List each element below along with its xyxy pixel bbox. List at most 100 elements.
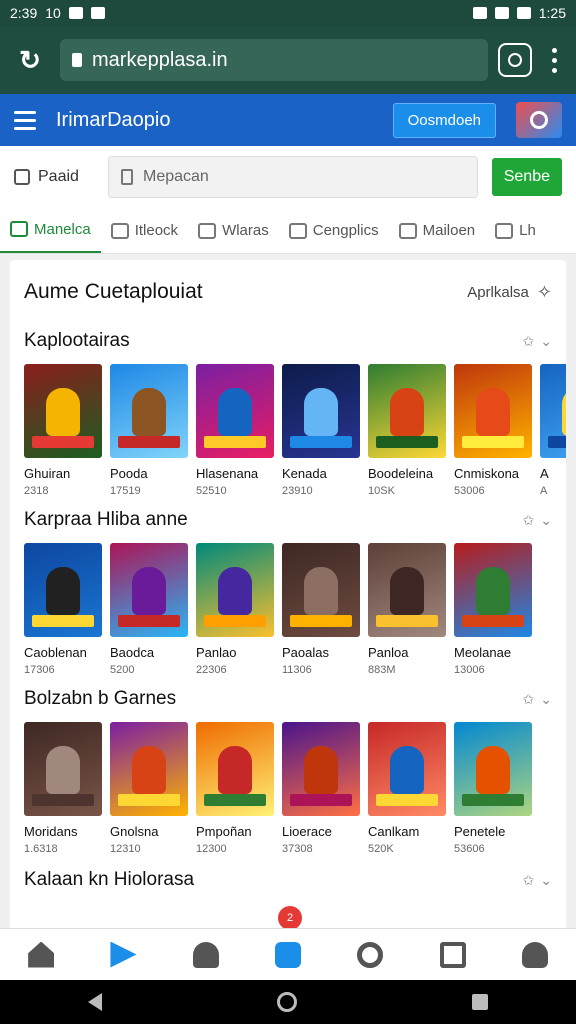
tab-5[interactable]: Lh (485, 208, 546, 253)
game-thumbnail[interactable] (24, 543, 102, 637)
game-thumbnail[interactable] (454, 364, 532, 458)
pin-icon: ✩ (522, 332, 535, 349)
game-tile[interactable]: Meolanae 13006 (454, 543, 532, 676)
tab-4[interactable]: Mailoen (389, 208, 486, 253)
logo-banner (204, 615, 266, 627)
heart-icon (110, 222, 129, 239)
game-thumbnail[interactable] (454, 543, 532, 637)
tab-1[interactable]: Itleock (101, 208, 188, 253)
game-name: Boodeleina (368, 466, 434, 481)
game-tile[interactable]: Gnolsna 12310 (110, 722, 188, 855)
game-name: Baodca (110, 645, 155, 660)
game-size: 53606 (454, 843, 485, 855)
game-size: 12300 (196, 843, 227, 855)
tab-3[interactable]: Cengplics (279, 208, 389, 253)
url-bar[interactable]: markepplasa.in (60, 39, 488, 81)
document-icon (121, 169, 133, 185)
section-controls[interactable]: ✩ ⌄ (523, 333, 552, 350)
game-tile[interactable]: Panlao 22306 (196, 543, 274, 676)
game-name: Caoblenan (24, 645, 87, 660)
game-thumbnail[interactable] (282, 364, 360, 458)
game-tile[interactable]: Moridans 1.6318 (24, 722, 102, 855)
home-circle-icon[interactable] (276, 992, 297, 1012)
game-name: Lioerace (282, 824, 332, 839)
game-name: Paoalas (282, 645, 329, 660)
section-controls[interactable]: ✩ ⌄ (523, 512, 552, 529)
game-tile[interactable]: Boodeleina 10SK (368, 364, 446, 497)
tab-2[interactable]: Wlaras (188, 208, 279, 253)
game-tile[interactable]: Lioerace 37308 (282, 722, 360, 855)
game-tile[interactable]: Baodca 5200 (110, 543, 188, 676)
game-thumbnail[interactable] (196, 543, 274, 637)
game-thumbnail[interactable] (368, 722, 446, 816)
game-name: Pooda (110, 466, 148, 481)
game-tile[interactable]: Ghuiran 2318 (24, 364, 102, 497)
document-icon[interactable] (439, 941, 466, 968)
camera-icon[interactable] (498, 43, 532, 77)
home-icon[interactable] (28, 941, 55, 968)
tab-label: Wlaras (222, 222, 269, 239)
game-thumbnail[interactable] (540, 364, 566, 458)
logo-banner (32, 436, 94, 448)
game-tile[interactable]: Panloa 883M (368, 543, 446, 676)
logo-banner (32, 794, 94, 806)
game-tile[interactable]: Pooda 17519 (110, 364, 188, 497)
game-tile[interactable]: Canlkam 520K (368, 722, 446, 855)
user-icon[interactable] (192, 941, 219, 968)
character-icon (304, 746, 338, 794)
search-icon[interactable] (357, 941, 384, 968)
game-tile[interactable]: Penetele 53606 (454, 722, 532, 855)
game-tile[interactable]: Cnmiskona 53006 (454, 364, 532, 497)
game-tile[interactable]: AA (540, 364, 566, 497)
upload-icon[interactable] (274, 941, 301, 968)
game-thumbnail[interactable] (196, 364, 274, 458)
game-tile[interactable]: Pmpoñan 12300 (196, 722, 274, 855)
character-icon (132, 567, 166, 615)
logo-banner (204, 436, 266, 448)
profile-icon[interactable] (521, 941, 548, 968)
game-size: 12310 (110, 843, 141, 855)
connect-button[interactable]: Oosmdoeh (392, 102, 496, 138)
game-thumbnail[interactable] (24, 722, 102, 816)
game-thumbnail[interactable] (282, 543, 360, 637)
game-thumbnail[interactable] (110, 543, 188, 637)
game-thumbnail[interactable] (196, 722, 274, 816)
card-action[interactable]: Aprlkalsa ✧ (467, 282, 552, 303)
game-name: Panlao (196, 645, 237, 660)
section-controls[interactable]: ✩ ⌄ (523, 872, 552, 889)
hamburger-menu-icon[interactable] (14, 110, 36, 130)
logo-banner (290, 615, 352, 627)
tab-0[interactable]: Manelca (0, 208, 101, 253)
game-tile[interactable]: Kenada 23910 (282, 364, 360, 497)
logo-banner (118, 615, 180, 627)
game-size: 37308 (282, 843, 313, 855)
game-thumbnail[interactable] (368, 543, 446, 637)
section-header: Kaplootairas ✩ ⌄ (24, 324, 566, 358)
back-icon[interactable] (87, 993, 102, 1011)
game-name: Moridans (24, 824, 78, 839)
checkbox-icon[interactable] (14, 169, 30, 185)
play-icon[interactable] (110, 941, 137, 968)
paid-filter[interactable]: Paaid (14, 168, 94, 186)
send-button[interactable]: Senbe (491, 158, 562, 196)
search-input[interactable]: Mepacan (108, 156, 478, 198)
game-thumbnail[interactable] (282, 722, 360, 816)
game-thumbnail[interactable] (110, 364, 188, 458)
game-thumbnail[interactable] (454, 722, 532, 816)
section-controls[interactable]: ✩ ⌄ (523, 691, 552, 708)
search-placeholder: Mepacan (143, 168, 209, 185)
game-tile[interactable]: Paoalas 11306 (282, 543, 360, 676)
reload-icon[interactable]: ↻ (10, 40, 50, 80)
card-header: Aume Cuetaplouiat Aprlkalsa ✧ (24, 260, 566, 324)
recent-apps-icon[interactable] (472, 994, 489, 1010)
game-thumbnail[interactable] (24, 364, 102, 458)
lock-icon (72, 53, 82, 67)
game-thumbnail[interactable] (110, 722, 188, 816)
game-tile[interactable]: Caoblenan 17306 (24, 543, 102, 676)
app-logo-icon[interactable] (516, 102, 562, 138)
more-menu-icon[interactable] (542, 47, 566, 73)
game-tile[interactable]: Hlasenana 52510 (196, 364, 274, 497)
character-icon (46, 746, 80, 794)
chevron-down-icon: ⌄ (540, 332, 552, 349)
game-thumbnail[interactable] (368, 364, 446, 458)
